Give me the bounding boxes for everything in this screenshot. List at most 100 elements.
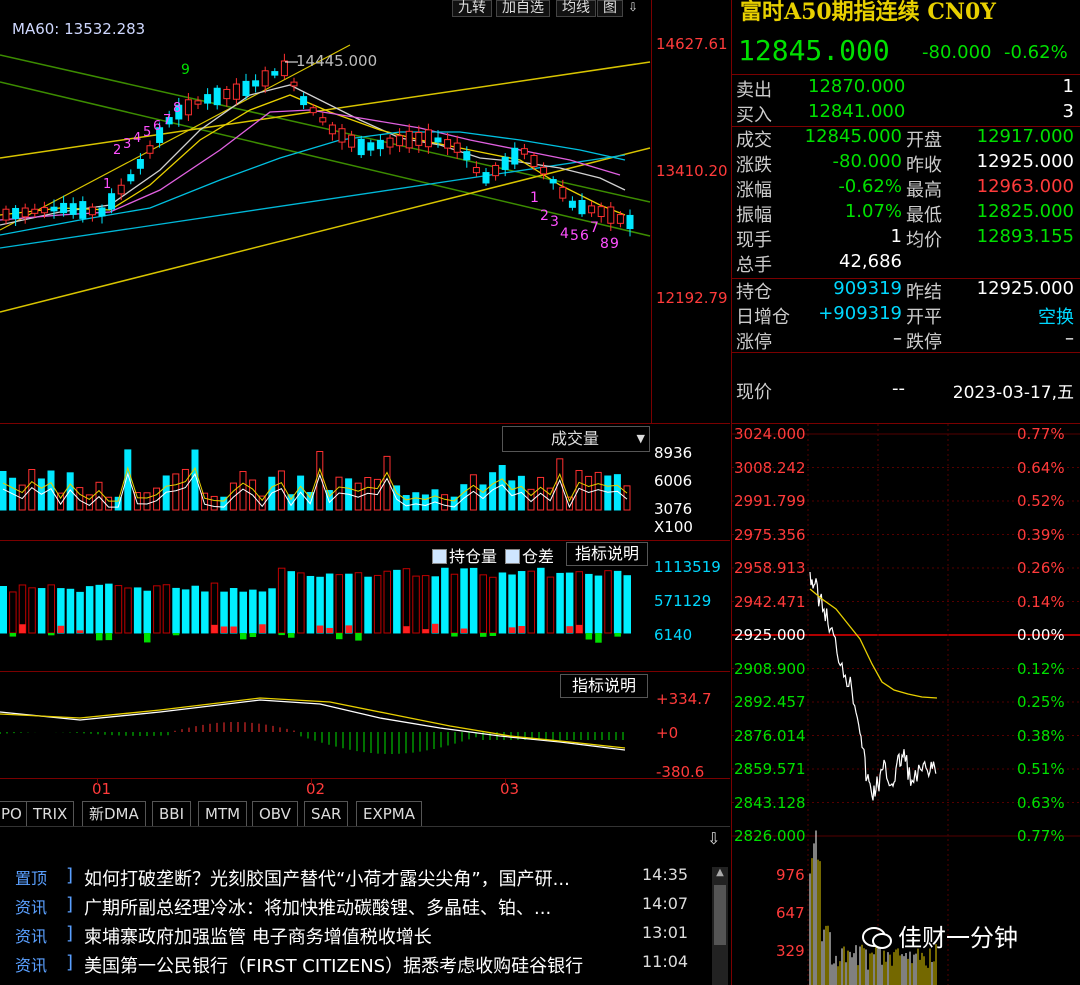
open-interest-bar: [412, 575, 420, 634]
open-interest-bar: [585, 573, 593, 634]
oi-diff-bar: [96, 633, 103, 641]
tab-jiuzhuan[interactable]: 九转: [452, 0, 492, 17]
intraday-pct-tick: 0.25%: [1017, 693, 1065, 711]
oi-checkbox-diff[interactable]: 仓差: [505, 543, 554, 567]
oi-diff-bar: [451, 633, 458, 637]
intraday-price-tick: 2908.900: [734, 659, 806, 678]
volume-bar: [594, 471, 602, 511]
vol-tick: 6006: [654, 472, 693, 490]
quote-row: 日增仓 +909319 开平 空换: [732, 303, 1080, 328]
tab-mtm[interactable]: MTM: [198, 801, 248, 827]
ma60-label: MA60: 13532.283: [12, 20, 146, 38]
open-interest-bar: [114, 585, 123, 634]
open-interest-bar: [604, 570, 612, 634]
now-label: 现价: [736, 382, 772, 403]
news-item[interactable]: 置顶 ] 如何打破垄断？光刻胶国产替代“小荷才露尖尖角”，国产研... 14:3…: [0, 865, 700, 893]
volume-dropdown-label: 成交量: [551, 429, 600, 448]
quote-label: 开盘: [906, 130, 942, 151]
oi-diff-bar: [220, 626, 228, 633]
download-icon[interactable]: ⇩: [707, 829, 720, 848]
intraday-price-tick: 2942.471: [734, 592, 806, 611]
macd-panel[interactable]: [0, 672, 652, 776]
ask-price: 12870.000: [808, 76, 906, 97]
open-interest-bar: [249, 589, 257, 634]
oi-diff-bar: [518, 626, 525, 633]
macd-explain-button[interactable]: 指标说明: [560, 674, 648, 698]
candle: [559, 186, 567, 199]
volume-bar: [431, 489, 439, 511]
news-item[interactable]: 资讯 ] 柬埔寨政府加强监管 电子商务增值税收增长 13:01: [0, 923, 700, 951]
intraday-vol-tick: 647: [776, 904, 805, 922]
candle: [549, 179, 557, 184]
watermark: 佳财一分钟: [862, 918, 1018, 953]
kline-chart[interactable]: MA60: 13532.283 14445.000 9 1 2 3 4 5 6 …: [0, 0, 728, 423]
candle: [616, 214, 624, 224]
candle: [453, 142, 461, 153]
intraday-pct-tick: 0.12%: [1017, 659, 1065, 678]
oi-diff-bar: [172, 633, 180, 636]
oi-diff-bar: [355, 633, 362, 641]
scrollbar[interactable]: ▲: [712, 867, 728, 985]
oi-diff-bar: [480, 633, 487, 637]
candle: [194, 100, 202, 105]
intraday-chart[interactable]: 3024.000 0.77% 3008.242 0.64% 2991.799 0.52% 2…: [731, 423, 1080, 985]
news-title: 广期所副总经理冷冰：将加快推动碳酸锂、多晶硅、铂、...: [84, 898, 552, 919]
candle: [386, 137, 394, 148]
candle: [520, 148, 528, 155]
intraday-pct-tick: 0.63%: [1017, 793, 1065, 812]
intraday-pct-tick: 0.26%: [1017, 559, 1065, 577]
candle: [578, 200, 586, 215]
intraday-price-tick: 2975.356: [734, 525, 806, 544]
volume-dropdown[interactable]: 成交量 ▼: [502, 426, 650, 452]
open-interest-bar: [373, 574, 382, 634]
tab-add-watchlist[interactable]: 加自选: [496, 0, 550, 17]
open-interest-bar: [162, 584, 171, 634]
macd-tick: +0: [656, 724, 679, 742]
candle: [482, 172, 490, 184]
oi-diff-bar: [432, 623, 439, 633]
tab-chart[interactable]: 图: [597, 0, 623, 17]
open-interest-bar: [66, 588, 75, 634]
candle: [530, 155, 538, 167]
oi-diff-bar: [345, 625, 353, 633]
oi-tick: 1113519: [654, 558, 721, 576]
news-item[interactable]: 资讯 ] 美国第一公民银行（FIRST CITIZENS）据悉考虑收购硅谷银行 …: [0, 952, 700, 980]
quote-label: 总手: [736, 255, 772, 276]
quote-value: 1.07%: [844, 201, 902, 222]
oi-diff-bar: [230, 626, 237, 633]
volume-bar: [143, 492, 151, 511]
news-item[interactable]: 资讯 ] 广期所副总经理冷冰：将加快推动碳酸锂、多晶硅、铂、... 14:07: [0, 894, 700, 922]
candle: [117, 184, 125, 195]
open-interest-bar: [345, 573, 353, 634]
candle: [424, 129, 432, 148]
candle: [271, 71, 279, 76]
open-interest-bar: [613, 570, 622, 634]
instrument-title: 富时A50期指连续 CN0Y: [740, 0, 996, 25]
oi-diff-bar: [211, 624, 218, 633]
candle: [50, 206, 58, 212]
open-interest-bar: [37, 588, 46, 634]
tab-ma[interactable]: 均线: [556, 0, 596, 17]
candle: [319, 117, 327, 123]
tab-trix[interactable]: TRIX: [26, 801, 75, 827]
oi-checkbox-oi[interactable]: 持仓量: [432, 543, 497, 567]
tab-po[interactable]: PO: [0, 801, 29, 827]
open-interest-panel[interactable]: [0, 541, 652, 671]
oi-explain-button[interactable]: 指标说明: [566, 542, 648, 566]
oi-diff-label: 仓差: [522, 547, 555, 566]
tab-obv[interactable]: OBV: [252, 801, 298, 827]
tab-bbi[interactable]: BBI: [152, 801, 192, 827]
candle: [79, 201, 87, 219]
tab-newdma[interactable]: 新DMA: [82, 801, 146, 827]
open-interest-bar: [527, 570, 535, 634]
oi-diff-bar: [614, 633, 621, 637]
volume-bar: [604, 475, 612, 511]
intraday-pct-tick: 0.64%: [1017, 458, 1065, 477]
bid-label: 买入: [736, 105, 772, 126]
quote-label: 振幅: [736, 205, 772, 226]
tab-expma[interactable]: EXPMA: [356, 801, 423, 827]
download-icon[interactable]: ⇩: [628, 0, 648, 14]
candle: [568, 200, 576, 208]
tab-sar[interactable]: SAR: [304, 801, 349, 827]
open-interest-bar: [489, 576, 497, 634]
